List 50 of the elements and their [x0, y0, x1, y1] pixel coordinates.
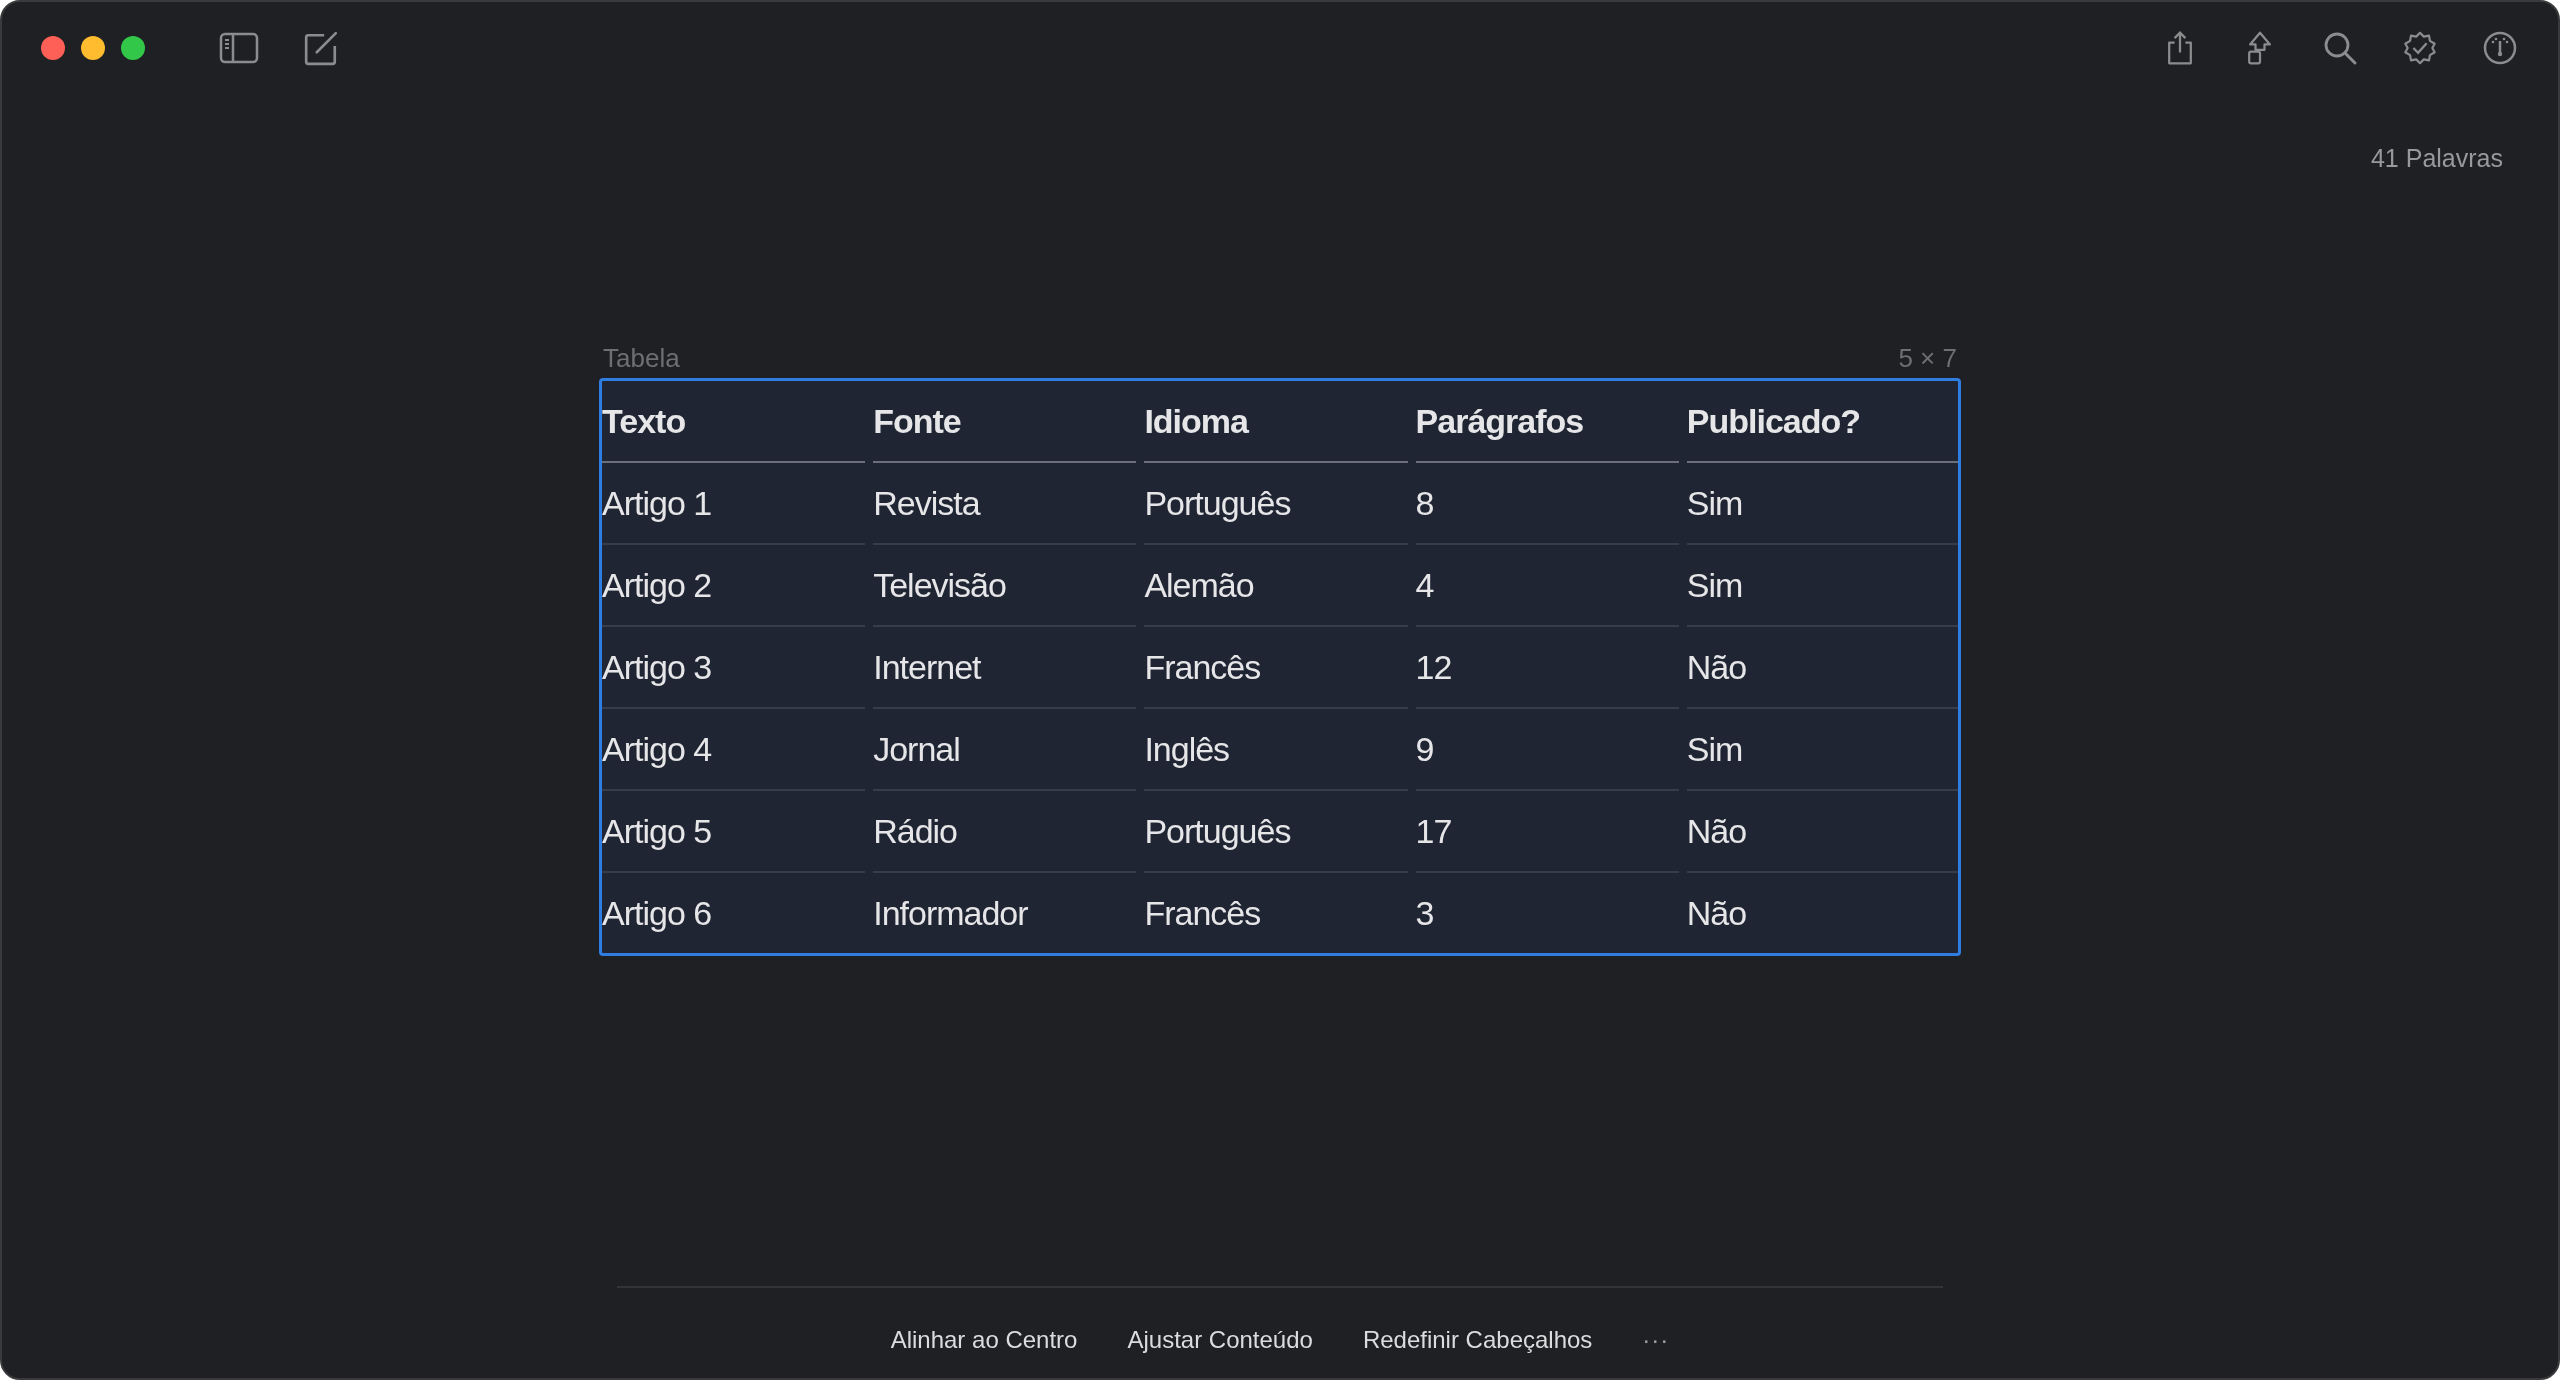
more-button[interactable]: ···: [1642, 1322, 1670, 1358]
table-cell[interactable]: Artigo 3: [602, 627, 866, 709]
column-header[interactable]: Parágrafos: [1415, 381, 1679, 463]
table-cell[interactable]: Francês: [1144, 873, 1408, 953]
table-cell[interactable]: Informador: [873, 873, 1137, 953]
table-cell[interactable]: 17: [1415, 791, 1679, 873]
table-cell[interactable]: 12: [1415, 627, 1679, 709]
table-cell[interactable]: Jornal: [873, 709, 1137, 791]
table-cell[interactable]: Português: [1144, 463, 1408, 545]
action-button[interactable]: Alinhar ao Centro: [890, 1322, 1078, 1358]
table-cell[interactable]: 9: [1415, 709, 1679, 791]
table-cell[interactable]: Sim: [1686, 545, 1958, 627]
search-icon[interactable]: [2322, 30, 2358, 66]
table-cell[interactable]: 4: [1415, 545, 1679, 627]
column-header[interactable]: Publicado?: [1686, 381, 1958, 463]
table-cell[interactable]: Sim: [1686, 709, 1958, 791]
table-cell[interactable]: Português: [1144, 791, 1408, 873]
table-cell[interactable]: Francês: [1144, 627, 1408, 709]
table-cell[interactable]: Televisão: [873, 545, 1137, 627]
action-button[interactable]: Ajustar Conteúdo: [1127, 1322, 1313, 1358]
table-cell[interactable]: Revista: [873, 463, 1137, 545]
table-cell[interactable]: Artigo 6: [602, 873, 866, 953]
table-caption: Tabela: [603, 343, 680, 374]
table-size: 5 × 7: [1898, 343, 1957, 374]
table-cell[interactable]: Inglês: [1144, 709, 1408, 791]
table-cell[interactable]: Artigo 4: [602, 709, 866, 791]
checkmark-seal-icon[interactable]: [2402, 30, 2438, 66]
minimize-button[interactable]: [81, 36, 105, 60]
table-cell[interactable]: Artigo 1: [602, 463, 866, 545]
table-cell[interactable]: Artigo 2: [602, 545, 866, 627]
close-button[interactable]: [41, 36, 65, 60]
table-cell[interactable]: Artigo 5: [602, 791, 866, 873]
zoom-button[interactable]: [121, 36, 145, 60]
table-cell[interactable]: Não: [1686, 873, 1958, 953]
table-cell[interactable]: Alemão: [1144, 545, 1408, 627]
column-header[interactable]: Fonte: [873, 381, 1137, 463]
table-cell[interactable]: Não: [1686, 791, 1958, 873]
column-header[interactable]: Texto: [602, 381, 866, 463]
gauge-icon[interactable]: [2482, 30, 2518, 66]
table-cell[interactable]: Sim: [1686, 463, 1958, 545]
table-cell[interactable]: 8: [1415, 463, 1679, 545]
compose-icon[interactable]: [303, 30, 339, 66]
table-cell[interactable]: 3: [1415, 873, 1679, 953]
table-cell[interactable]: Rádio: [873, 791, 1137, 873]
table-cell[interactable]: Não: [1686, 627, 1958, 709]
table-cell[interactable]: Internet: [873, 627, 1137, 709]
word-count: 41 Palavras: [2370, 144, 2503, 173]
column-header[interactable]: Idioma: [1144, 381, 1408, 463]
action-button[interactable]: Redefinir Cabeçalhos: [1362, 1322, 1593, 1358]
sidebar-icon[interactable]: [219, 30, 259, 66]
